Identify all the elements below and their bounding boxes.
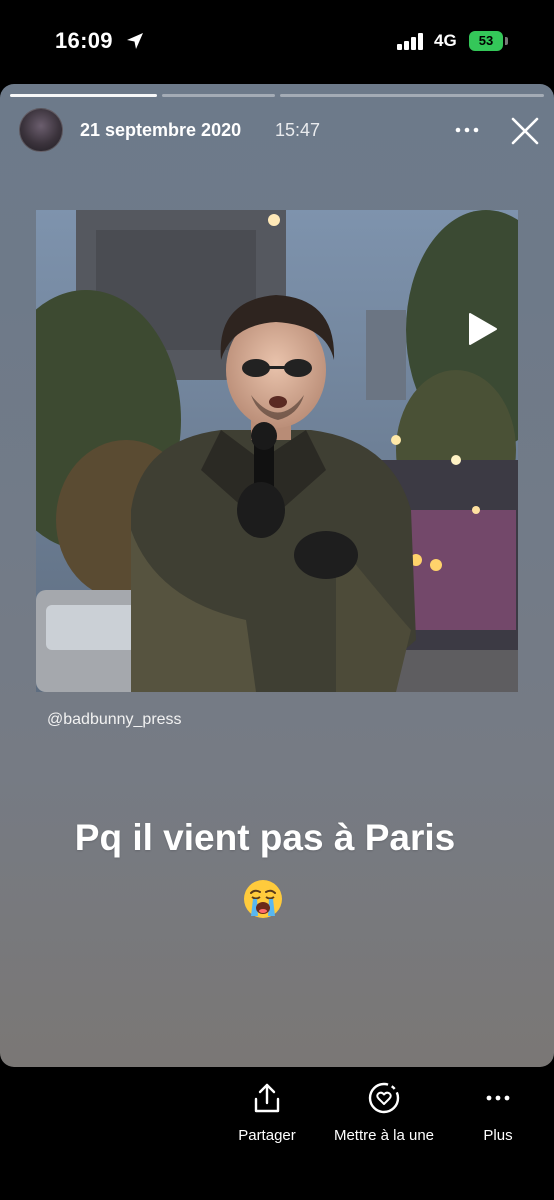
loudly-crying-face-icon <box>244 880 282 918</box>
feature-highlight-button[interactable]: Mettre à la une <box>322 1081 446 1144</box>
screen: 16:09 4G 53 21 septembre 2020 15:47 @bad… <box>0 0 554 1200</box>
story-time: 15:47 <box>275 120 321 140</box>
story-date: 21 septembre 2020 <box>80 120 242 140</box>
more-dots-icon <box>486 1095 510 1101</box>
avatar[interactable] <box>19 108 63 152</box>
video-scene <box>36 210 518 692</box>
status-time: 16:09 <box>55 28 113 53</box>
more-label: Plus <box>483 1127 513 1144</box>
story-card[interactable]: 21 septembre 2020 15:47 @badbunny_press … <box>0 84 554 1067</box>
video-source-caption: @badbunny_press <box>47 711 182 728</box>
close-icon[interactable] <box>510 116 540 146</box>
share-label: Partager <box>238 1127 296 1144</box>
bottom-toolbar: Partager Mettre à la une Plus <box>0 1067 554 1200</box>
status-bar: 16:09 4G 53 <box>0 0 554 84</box>
share-icon <box>254 1083 280 1113</box>
feature-label: Mettre à la une <box>333 1127 435 1144</box>
battery-icon: 53 <box>469 31 509 51</box>
network-type: 4G <box>434 31 457 50</box>
battery-level: 53 <box>469 31 503 51</box>
story-text: Pq il vient pas à Paris <box>74 817 456 858</box>
more-options-icon[interactable] <box>455 118 479 142</box>
more-button[interactable]: Plus <box>468 1081 528 1144</box>
highlight-heart-icon <box>368 1082 400 1114</box>
share-button[interactable]: Partager <box>224 1081 310 1144</box>
location-arrow-icon <box>127 33 143 49</box>
story-progress-segment <box>280 94 544 97</box>
video-thumbnail[interactable] <box>36 210 518 692</box>
cellular-signal-icon <box>397 33 423 50</box>
story-progress-segment <box>10 94 157 97</box>
story-progress-segment <box>162 94 275 97</box>
battery-cap <box>505 37 508 45</box>
play-icon[interactable] <box>466 312 500 346</box>
